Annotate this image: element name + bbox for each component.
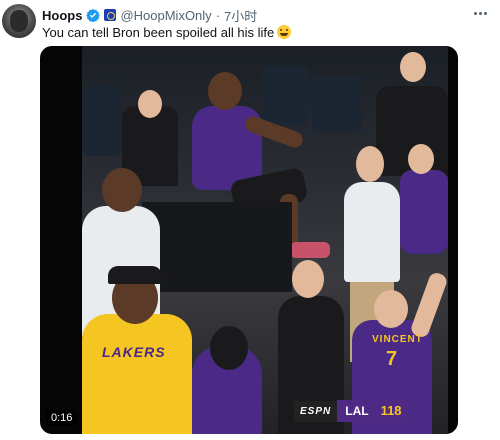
staff-white-shirt	[344, 182, 400, 282]
arena-seat	[312, 76, 362, 132]
player-head	[374, 290, 408, 328]
more-dot-icon	[473, 11, 477, 15]
staff-head	[400, 52, 426, 82]
spectator-head	[102, 168, 142, 212]
arena-seat	[262, 66, 308, 126]
jersey-back-number: 7	[386, 348, 398, 370]
joy-emoji-icon	[277, 25, 292, 39]
player-shoe	[290, 242, 330, 258]
scorebug-score: 118	[376, 400, 410, 422]
verified-badge-icon	[86, 8, 101, 22]
more-options-button[interactable]	[468, 6, 492, 20]
tweet-text: You can tell Bron been spoiled all his l…	[42, 25, 292, 40]
tweet-header: Hoops @HoopMixOnly · 7小时	[42, 6, 257, 24]
avatar[interactable]	[2, 4, 36, 38]
spectator-head	[138, 90, 162, 118]
broadcast-scorebug: ESPN LAL 118	[294, 400, 410, 422]
network-logo: ESPN	[294, 400, 338, 422]
jersey-back-name: VINCENT	[372, 334, 423, 345]
post-timestamp[interactable]: 7小时	[224, 6, 257, 25]
player-arm	[409, 270, 448, 340]
display-name[interactable]: Hoops	[42, 8, 82, 23]
user-handle[interactable]: @HoopMixOnly	[120, 8, 211, 23]
tweet-card[interactable]: Hoops @HoopMixOnly · 7小时 You can tell Br…	[0, 0, 500, 440]
video-player[interactable]: LAKERS VINCENT 7 0:16 ESPN LAL 118	[40, 46, 458, 434]
staff-head	[356, 146, 384, 182]
more-dot-icon	[478, 11, 482, 15]
player-gold-jersey	[82, 314, 192, 434]
hooded-person-head	[210, 326, 248, 370]
jersey-front-text: LAKERS	[102, 344, 166, 360]
arena-seat	[82, 86, 122, 156]
bench-player-jersey	[400, 170, 448, 254]
avatar-image	[10, 10, 28, 32]
bench-player-head	[408, 144, 434, 174]
separator-dot: ·	[215, 7, 221, 23]
more-dot-icon	[483, 11, 487, 15]
affiliate-badge-icon	[104, 9, 117, 21]
player-cap	[108, 266, 162, 284]
staff-head	[292, 260, 324, 298]
player-head	[208, 72, 242, 110]
video-frame[interactable]: LAKERS VINCENT 7	[82, 46, 448, 434]
scorer-table	[142, 202, 292, 292]
scorebug-team: LAL	[337, 400, 377, 422]
video-elapsed-time: 0:16	[46, 410, 78, 426]
tweet-body: You can tell Bron been spoiled all his l…	[42, 25, 275, 40]
